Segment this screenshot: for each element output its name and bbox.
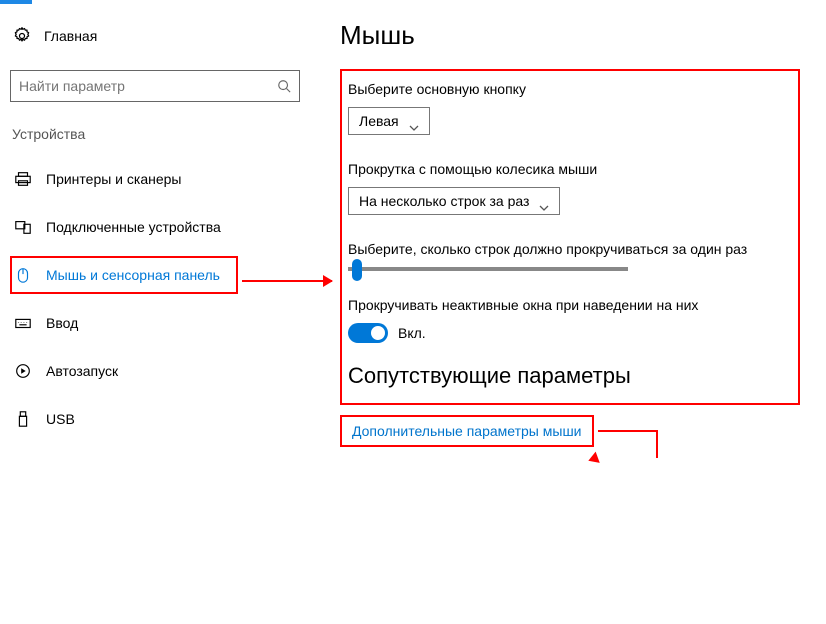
related-settings-title: Сопутствующие параметры (348, 363, 786, 389)
sidebar-item-connected-devices[interactable]: Подключенные устройства (10, 208, 300, 246)
additional-mouse-options-link[interactable]: Дополнительные параметры мыши (340, 415, 594, 447)
search-input[interactable] (19, 78, 277, 94)
window-accent-strip (0, 0, 32, 4)
sidebar-item-printers[interactable]: Принтеры и сканеры (10, 160, 300, 198)
toggle-state-label: Вкл. (398, 325, 426, 341)
annotation-arrow-to-link (598, 430, 658, 458)
primary-button-label: Выберите основную кнопку (348, 81, 786, 97)
autoplay-icon (14, 362, 32, 380)
chevron-down-icon (409, 118, 419, 124)
sidebar-item-typing[interactable]: Ввод (10, 304, 300, 342)
toggle-knob (371, 326, 385, 340)
sidebar-item-usb[interactable]: USB (10, 400, 300, 438)
search-box[interactable] (10, 70, 300, 102)
sidebar: Главная Устройства Принтеры и сканеры (0, 0, 310, 624)
sidebar-item-autoplay[interactable]: Автозапуск (10, 352, 300, 390)
main-content: Мышь Выберите основную кнопку Левая Прок… (310, 0, 826, 624)
chevron-down-icon (539, 198, 549, 204)
nav-label: Принтеры и сканеры (46, 171, 181, 187)
home-nav-item[interactable]: Главная (10, 20, 300, 52)
link-text: Дополнительные параметры мыши (352, 423, 582, 439)
usb-icon (14, 410, 32, 428)
lines-label: Выберите, сколько строк должно прокручив… (348, 241, 786, 257)
annotation-arrow-to-panel (242, 280, 332, 282)
scroll-mode-dropdown[interactable]: На несколько строк за раз (348, 187, 560, 215)
category-label: Устройства (10, 126, 300, 142)
nav-label: Подключенные устройства (46, 219, 221, 235)
gear-icon (12, 26, 32, 46)
sidebar-item-mouse-touchpad[interactable]: Мышь и сенсорная панель (10, 256, 238, 294)
devices-icon (14, 218, 32, 236)
search-icon (277, 79, 291, 93)
lines-slider[interactable] (348, 267, 628, 271)
scroll-mode-label: Прокрутка с помощью колесика мыши (348, 161, 786, 177)
highlight-box-main: Выберите основную кнопку Левая Прокрутка… (340, 69, 800, 405)
printer-icon (14, 170, 32, 188)
dropdown-value: Левая (359, 113, 399, 129)
slider-thumb[interactable] (352, 259, 362, 281)
nav-label: USB (46, 411, 75, 427)
inactive-scroll-label: Прокручивать неактивные окна при наведен… (348, 297, 786, 313)
inactive-scroll-toggle[interactable] (348, 323, 388, 343)
nav-label: Автозапуск (46, 363, 118, 379)
nav-label: Мышь и сенсорная панель (46, 267, 220, 283)
primary-button-dropdown[interactable]: Левая (348, 107, 430, 135)
dropdown-value: На несколько строк за раз (359, 193, 529, 209)
home-label: Главная (44, 28, 97, 44)
mouse-icon (14, 266, 32, 284)
page-title: Мышь (340, 20, 816, 51)
keyboard-icon (14, 314, 32, 332)
nav-label: Ввод (46, 315, 78, 331)
